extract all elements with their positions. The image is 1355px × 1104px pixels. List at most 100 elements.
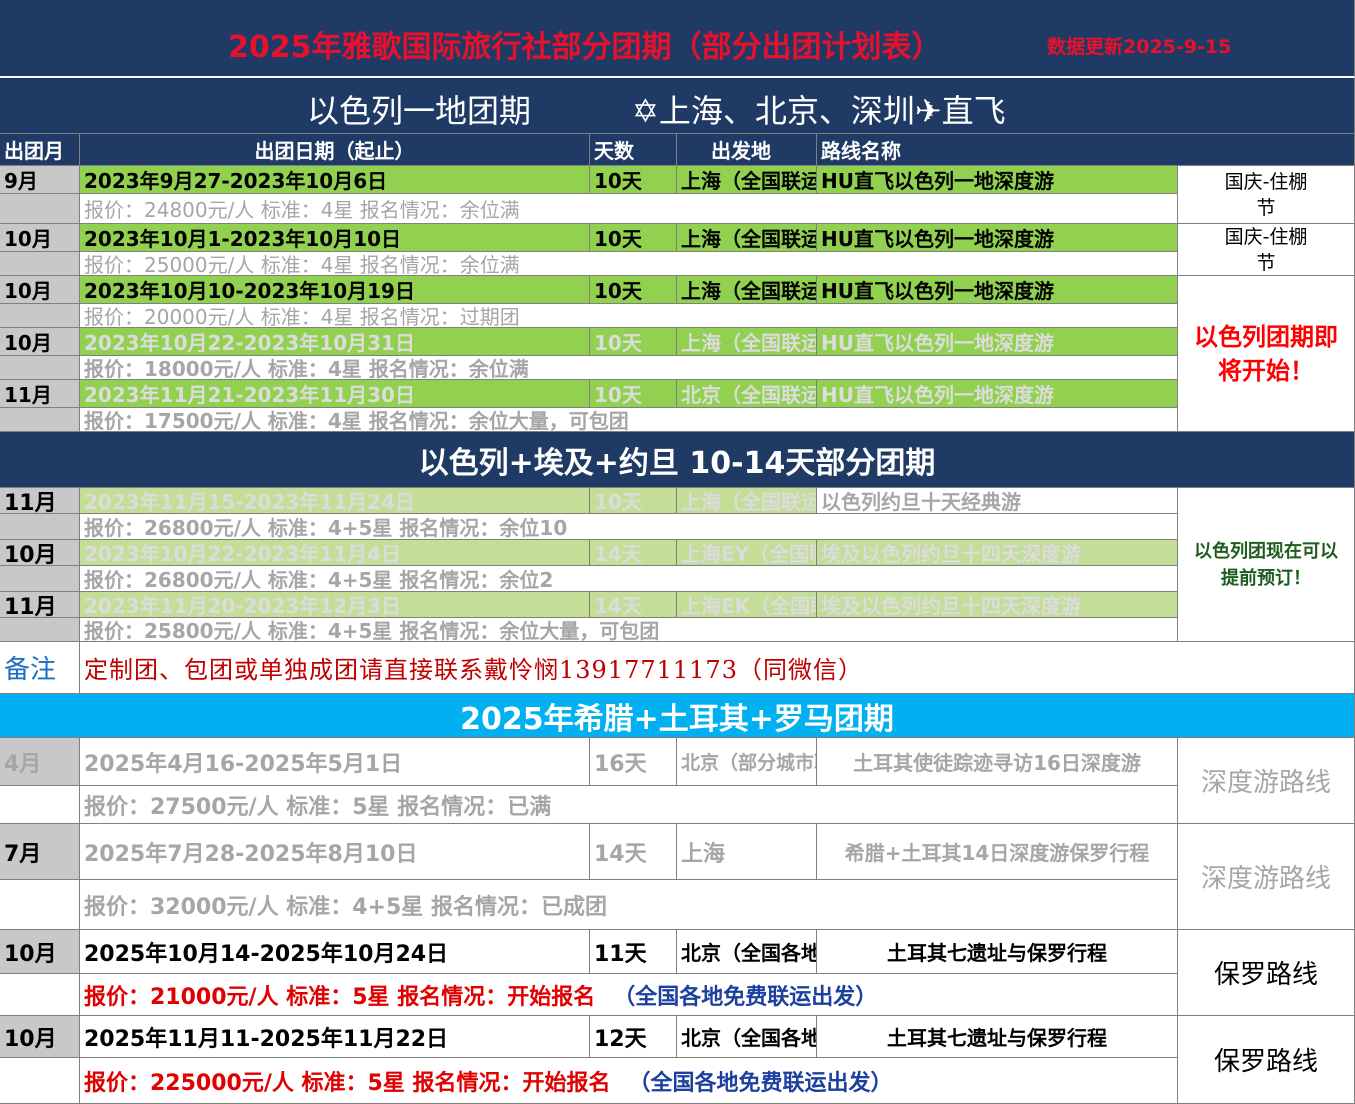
section-israel-header: 以色列一地团期 ✡上海、北京、深圳✈直飞	[0, 78, 1355, 134]
israel-start-note: 以色列团期即将开始！	[1178, 276, 1355, 432]
row-price: 报价：26800元/人 标准：4+5星 报名情况：余位2	[80, 566, 1178, 592]
row-price: 报价：225000元/人 标准：5星 报名情况：开始报名	[84, 1070, 611, 1096]
row-from: 北京（全国各地联运）	[677, 1016, 817, 1058]
row-route: 土耳其使徒踪迹寻访16日深度游	[817, 738, 1178, 786]
row-price: 报价：20000元/人 标准：4星 报名情况：过期团	[80, 304, 1178, 328]
row-month-spacer	[0, 880, 80, 930]
row-month: 7月	[0, 824, 80, 880]
remark-text: 定制团、包团或单独成团请直接联系戴怜悯13917711173（同微信）	[80, 642, 1355, 694]
row-price-cell: 报价：225000元/人 标准：5星 报名情况：开始报名 （全国各地免费联运出发…	[80, 1058, 1178, 1104]
header-month: 出团月	[0, 134, 80, 166]
row-dates: 2025年11月11-2025年11月22日	[80, 1016, 590, 1058]
update-date: 数据更新2025-9-15	[1047, 36, 1232, 58]
row-from: 上海（全国联运）	[677, 328, 817, 356]
row-from: 上海（全国联运）	[677, 166, 817, 194]
row-month: 11月	[0, 488, 80, 514]
row-dates: 2025年4月16-2025年5月1日	[80, 738, 590, 786]
row-from: 北京（全国各地联运）	[677, 930, 817, 974]
row-route: 土耳其七遗址与保罗行程	[817, 1016, 1178, 1058]
header-days: 天数	[590, 134, 677, 166]
row-dates: 2023年10月1-2023年10月10日	[80, 224, 590, 252]
remark-label: 备注	[0, 642, 80, 694]
row-price: 报价：25800元/人 标准：4+5星 报名情况：余位大量，可包团	[80, 618, 1178, 642]
row-from: 上海EY（全国联运）	[677, 540, 817, 566]
row-days: 14天	[590, 592, 677, 618]
row-dates: 2023年11月20-2023年12月3日	[80, 592, 590, 618]
row-month: 4月	[0, 738, 80, 786]
row-route: HU直飞以色列一地深度游	[817, 276, 1178, 304]
row-month: 10月	[0, 930, 80, 974]
schedule-sheet: 2025年雅歌国际旅行社部分团期（部分出团计划表） 数据更新2025-9-15 …	[0, 0, 1355, 1104]
row-month-spacer	[0, 566, 80, 592]
row-days: 14天	[590, 824, 677, 880]
header-dates: 出团日期（起止）	[80, 134, 590, 166]
row-route: 埃及以色列约旦十四天深度游	[817, 540, 1178, 566]
row-price: 报价：25000元/人 标准：4星 报名情况：余位满	[80, 252, 1178, 276]
row-month: 11月	[0, 380, 80, 408]
row-month: 10月	[0, 540, 80, 566]
row-from: 上海EK（全国联运）	[677, 592, 817, 618]
row-month-spacer	[0, 194, 80, 224]
row-month-spacer	[0, 974, 80, 1016]
row-route: 希腊+土耳其14日深度游保罗行程	[817, 824, 1178, 880]
row-route: HU直飞以色列一地深度游	[817, 224, 1178, 252]
row-month-spacer	[0, 1058, 80, 1104]
row-days: 10天	[590, 166, 677, 194]
row-days: 11天	[590, 930, 677, 974]
combo-note: 以色列团现在可以提前预订！	[1178, 488, 1355, 642]
row-price: 报价：27500元/人 标准：5星 报名情况：已满	[80, 786, 1178, 824]
row-month-spacer	[0, 408, 80, 432]
row-note: 保罗路线	[1178, 930, 1355, 1016]
row-route: 以色列约旦十天经典游	[817, 488, 1178, 514]
row-dates: 2023年10月22-2023年11月4日	[80, 540, 590, 566]
row-price-cell: 报价：21000元/人 标准：5星 报名情况：开始报名 （全国各地免费联运出发）	[80, 974, 1178, 1016]
row-dates: 2025年7月28-2025年8月10日	[80, 824, 590, 880]
row-month: 10月	[0, 276, 80, 304]
header-route: 路线名称	[817, 134, 1355, 166]
row-note: 深度游路线	[1178, 738, 1355, 824]
row-dates: 2025年10月14-2025年10月24日	[80, 930, 590, 974]
row-dates: 2023年11月15-2023年11月24日	[80, 488, 590, 514]
row-dates: 2023年10月22-2023年10月31日	[80, 328, 590, 356]
row-days: 10天	[590, 380, 677, 408]
row-route: HU直飞以色列一地深度游	[817, 166, 1178, 194]
section-israel-title: 以色列一地团期	[307, 92, 532, 130]
title-bar: 2025年雅歌国际旅行社部分团期（部分出团计划表） 数据更新2025-9-15	[0, 0, 1355, 78]
row-month-spacer	[0, 356, 80, 380]
row-price: 报价：21000元/人 标准：5星 报名情况：开始报名	[84, 984, 596, 1010]
row-month: 11月	[0, 592, 80, 618]
row-month-spacer	[0, 514, 80, 540]
row-route: HU直飞以色列一地深度游	[817, 380, 1178, 408]
row-price: 报价：24800元/人 标准：4星 报名情况：余位满	[80, 194, 1178, 224]
row-days: 10天	[590, 276, 677, 304]
row-days: 10天	[590, 224, 677, 252]
row-price: 报价：32000元/人 标准：4+5星 报名情况：已成团	[80, 880, 1178, 930]
row-from: 上海（全国联运）	[677, 276, 817, 304]
row-price: 报价：18000元/人 标准：4星 报名情况：余位满	[80, 356, 1178, 380]
row-note: 国庆-住棚节	[1178, 224, 1355, 276]
row-route: 土耳其七遗址与保罗行程	[817, 930, 1178, 974]
row-month-spacer	[0, 304, 80, 328]
row-price-extra: （全国各地免费联运出发）	[613, 984, 878, 1010]
row-route: 埃及以色列约旦十四天深度游	[817, 592, 1178, 618]
row-month-spacer	[0, 786, 80, 824]
row-price: 报价：26800元/人 标准：4+5星 报名情况：余位10	[80, 514, 1178, 540]
row-route: HU直飞以色列一地深度游	[817, 328, 1178, 356]
row-note: 深度游路线	[1178, 824, 1355, 930]
row-month: 10月	[0, 328, 80, 356]
page-title: 2025年雅歌国际旅行社部分团期（部分出团计划表）	[228, 30, 942, 65]
row-dates: 2023年9月27-2023年10月6日	[80, 166, 590, 194]
row-price-extra: （全国各地免费联运出发）	[628, 1070, 893, 1096]
row-price: 报价：17500元/人 标准：4星 报名情况：余位大量，可包团	[80, 408, 1178, 432]
row-days: 16天	[590, 738, 677, 786]
row-month-spacer	[0, 252, 80, 276]
header-from: 出发地	[677, 134, 817, 166]
row-days: 10天	[590, 488, 677, 514]
row-note: 保罗路线	[1178, 1016, 1355, 1104]
row-dates: 2023年10月10-2023年10月19日	[80, 276, 590, 304]
row-from: 北京（部分城市联运）	[677, 738, 817, 786]
row-month: 10月	[0, 1016, 80, 1058]
row-days: 14天	[590, 540, 677, 566]
row-from: 上海	[677, 824, 817, 880]
row-from: 上海（全国联运）	[677, 224, 817, 252]
